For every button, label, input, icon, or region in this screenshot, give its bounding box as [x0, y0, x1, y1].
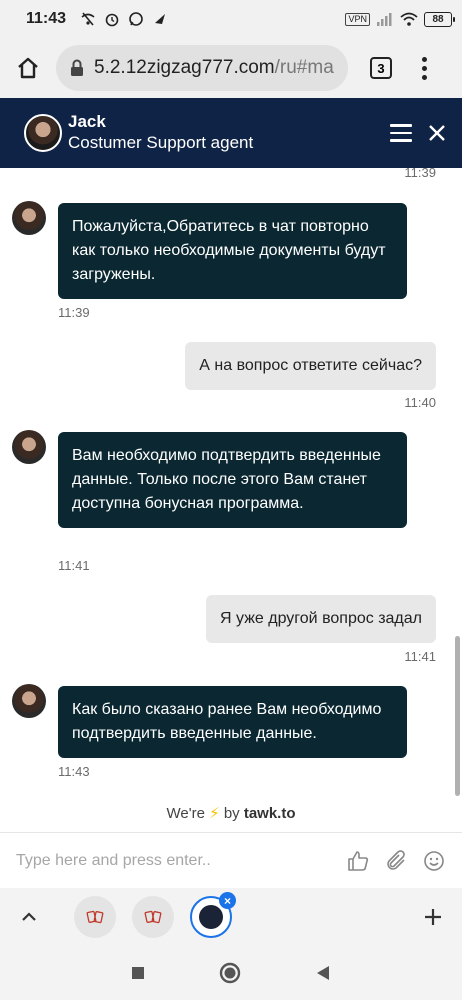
lock-icon — [71, 59, 83, 76]
cards-icon — [144, 910, 162, 924]
tab-count-button[interactable]: 3 — [370, 57, 392, 79]
chevron-up-icon[interactable] — [20, 908, 38, 926]
agent-avatar-small — [12, 684, 46, 718]
message-timestamp: 11:41 — [404, 649, 436, 664]
battery-indicator: 88 — [424, 11, 455, 27]
user-message: Я уже другой вопрос задал — [206, 595, 436, 643]
status-time: 11:43 — [26, 10, 67, 27]
agent-info: Jack Costumer Support agent — [68, 112, 253, 154]
powered-brand: tawk.to — [243, 805, 296, 822]
back-triangle-icon[interactable] — [315, 965, 331, 981]
wifi-icon — [400, 12, 418, 26]
message-timestamp: 11:39 — [58, 305, 90, 320]
alarm-icon — [105, 13, 119, 27]
agent-avatar-small — [12, 201, 46, 235]
emoji-icon[interactable] — [422, 849, 446, 873]
home-button[interactable] — [0, 40, 56, 96]
home-icon — [18, 57, 38, 79]
browser-toolbar: 5.2.12zigzag777.com/ru#ma 3 — [0, 38, 462, 98]
composer-actions — [346, 849, 462, 873]
menu-dot — [422, 56, 427, 62]
close-icon[interactable] — [428, 124, 446, 142]
message-input[interactable] — [16, 851, 336, 870]
menu-dot — [422, 65, 427, 71]
message-timestamp: 11:43 — [58, 764, 90, 779]
tab-thumbnail[interactable] — [132, 896, 174, 938]
phone-screen: 11:43 VPN 88 5.2.12zigzag777.com/ru#ma 3 — [0, 0, 462, 1000]
wifi-off-icon — [81, 12, 95, 26]
status-system-icons: VPN 88 — [345, 11, 455, 27]
attachment-icon[interactable] — [384, 849, 408, 873]
menu-dot — [422, 74, 427, 80]
url-host: 5.2.12zigzag777.com — [94, 57, 275, 78]
status-bar: 11:43 VPN 88 — [0, 0, 462, 38]
recents-square-icon[interactable] — [131, 966, 145, 980]
lightning-icon: ⚡ — [209, 805, 220, 822]
agent-message: Пожалуйста,Обратитесь в чат повторно как… — [58, 203, 407, 299]
chat-header-actions — [390, 124, 462, 142]
signal-icon — [377, 13, 392, 26]
scrollbar[interactable] — [455, 636, 460, 796]
tab-thumbnail[interactable] — [74, 896, 116, 938]
agent-message: Как было сказано ранее Вам необходимо по… — [58, 686, 407, 758]
agent-name: Jack — [68, 112, 106, 131]
powered-prefix: We're — [166, 805, 205, 822]
powered-by[interactable]: We're ⚡ by tawk.to — [0, 804, 462, 822]
whatsapp-icon — [129, 12, 143, 26]
message-timestamp: 11:41 — [58, 558, 90, 573]
url-path: /ru#ma — [274, 57, 334, 78]
message-timestamp: 11:39 — [404, 168, 436, 180]
agent-role: Costumer Support agent — [68, 133, 254, 152]
browser-menu-button[interactable] — [422, 56, 427, 80]
do-not-disturb-icon — [155, 14, 166, 24]
vpn-badge: VPN — [345, 12, 370, 26]
active-tab-thumbnail[interactable]: × — [190, 892, 236, 938]
message-composer — [0, 832, 462, 888]
chat-header: Jack Costumer Support agent — [0, 98, 462, 168]
message-timestamp: 11:40 — [404, 395, 436, 410]
chat-messages[interactable]: 11:39 Пожалуйста,Обратитесь в чат повтор… — [0, 168, 462, 832]
agent-message: Вам необходимо подтвердить введенные дан… — [58, 432, 407, 528]
cards-icon — [86, 910, 104, 924]
site-favicon — [199, 905, 223, 929]
user-message: А на вопрос ответите сейчас? — [185, 342, 436, 390]
close-tab-icon[interactable]: × — [219, 892, 236, 909]
address-bar[interactable]: 5.2.12zigzag777.com/ru#ma — [56, 45, 348, 91]
status-notification-icons — [80, 11, 168, 27]
hamburger-menu-icon[interactable] — [390, 124, 412, 142]
system-navigation-bar — [0, 946, 462, 1000]
thumbs-up-icon[interactable] — [346, 849, 370, 873]
powered-by-word: by — [223, 805, 240, 822]
agent-avatar — [24, 114, 62, 152]
home-circle-icon[interactable] — [219, 962, 241, 984]
agent-avatar-small — [12, 430, 46, 464]
tab-switcher-bar: × — [0, 888, 462, 946]
plus-icon[interactable] — [424, 908, 442, 926]
